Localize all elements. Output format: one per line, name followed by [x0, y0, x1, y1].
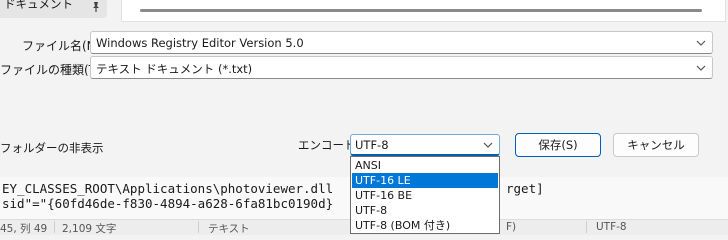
- pin-icon[interactable]: [90, 1, 102, 13]
- editor-line-1: EY_CLASSES_ROOT\Applications\photoviewer…: [2, 181, 334, 196]
- encoding-option-selected[interactable]: UTF-16 LE: [352, 173, 498, 188]
- editor-line-1-end: rget]: [506, 181, 544, 196]
- encoding-value: UTF-8: [355, 138, 389, 152]
- status-position: 45, 列 49: [0, 223, 48, 235]
- nav-item-label: ドキュメント: [4, 0, 73, 11]
- status-line-ending: F): [506, 221, 517, 233]
- nav-item-documents[interactable]: ドキュメント: [0, 0, 107, 18]
- chevron-down-icon[interactable]: [696, 63, 706, 73]
- encoding-select[interactable]: UTF-8: [350, 134, 500, 156]
- encoding-option[interactable]: UTF-8 (BOM 付き): [352, 218, 498, 233]
- encoding-dropdown-list: ANSI UTF-16 LE UTF-16 BE UTF-8 UTF-8 (BO…: [350, 156, 500, 234]
- status-divider: [198, 221, 199, 233]
- cancel-button[interactable]: キャンセル: [613, 133, 699, 157]
- filename-field[interactable]: Windows Registry Editor Version 5.0: [96, 36, 304, 50]
- filename-combobox[interactable]: Windows Registry Editor Version 5.0: [90, 31, 713, 54]
- status-type: テキスト: [208, 223, 250, 235]
- chevron-down-icon[interactable]: [696, 38, 706, 48]
- filetype-select[interactable]: テキスト ドキュメント (*.txt): [90, 56, 713, 79]
- encoding-option[interactable]: UTF-8: [352, 203, 498, 218]
- editor-line-2: sid"="{60fd46de-f830-4894-a628-6fa81bc01…: [2, 196, 334, 211]
- filetype-value: テキスト ドキュメント (*.txt): [96, 62, 253, 76]
- status-divider: [54, 221, 55, 233]
- status-encoding: UTF-8: [596, 221, 627, 233]
- encoding-option[interactable]: UTF-16 BE: [352, 188, 498, 203]
- encoding-option[interactable]: ANSI: [352, 158, 498, 173]
- status-char-count: 2,109 文字: [62, 223, 117, 235]
- hide-folders-toggle[interactable]: フォルダーの非表示: [0, 140, 104, 156]
- chevron-down-icon[interactable]: [483, 140, 493, 150]
- horizontal-scrollbar[interactable]: [140, 9, 702, 12]
- status-divider: [586, 221, 587, 233]
- save-button[interactable]: 保存(S): [515, 133, 601, 157]
